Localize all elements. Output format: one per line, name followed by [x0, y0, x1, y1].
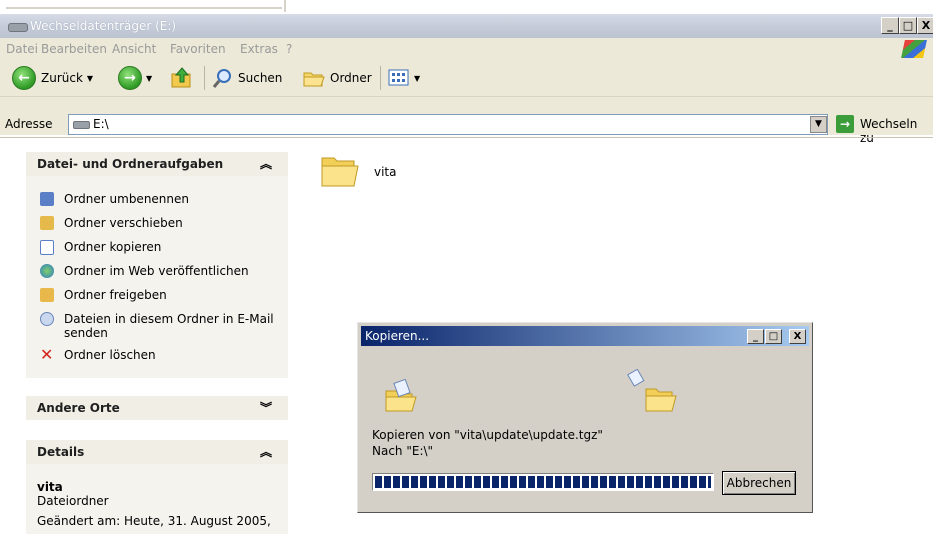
- toolbar-separator: [204, 66, 205, 90]
- forward-arrow-icon: →: [118, 66, 142, 90]
- task-label: Ordner umbenennen: [64, 192, 190, 206]
- task-share[interactable]: Ordner freigeben: [40, 288, 167, 302]
- task-copy[interactable]: Ordner kopieren: [40, 240, 161, 255]
- folder-icon: [303, 72, 325, 87]
- drive-icon: [73, 121, 90, 129]
- other-places-panel: Andere Orte ︾: [26, 396, 288, 420]
- copy-target-folder-icon: [627, 369, 677, 412]
- close-button[interactable]: X: [789, 329, 806, 344]
- menu-bar: Datei Bearbeiten Ansicht Favoriten Extra…: [0, 38, 933, 61]
- menu-extras[interactable]: Extras: [240, 42, 278, 56]
- forward-button[interactable]: → ▼: [118, 65, 152, 91]
- menu-favoriten[interactable]: Favoriten: [170, 42, 226, 56]
- background-strip: [0, 0, 933, 14]
- panel-header[interactable]: Details ︽: [26, 440, 288, 464]
- back-button[interactable]: ← Zurück ▼: [12, 65, 93, 91]
- task-label: Ordner freigeben: [64, 288, 167, 302]
- details-panel: Details ︽ vita Dateiordner Geändert am: …: [26, 440, 288, 534]
- task-rename[interactable]: Ordner umbenennen: [40, 192, 189, 206]
- task-email[interactable]: Dateien in diesem Ordner in E-Mail sende…: [40, 312, 276, 340]
- go-button[interactable]: Wechseln zu: [860, 117, 933, 145]
- menu-datei[interactable]: Datei: [6, 42, 38, 56]
- details-name: vita: [37, 480, 63, 494]
- window-title-bar[interactable]: Wechseldatenträger (E:) _ □ X: [0, 14, 933, 38]
- search-label: Suchen: [238, 71, 283, 85]
- chevron-up-icon[interactable]: ︽: [260, 155, 272, 172]
- panel-header[interactable]: Andere Orte ︾: [26, 396, 288, 420]
- toolbar-spacer: [0, 97, 933, 113]
- task-label: Ordner löschen: [64, 348, 156, 362]
- chevron-down-icon[interactable]: ▼: [87, 74, 93, 83]
- copy-to-text: Nach "E:\": [372, 444, 434, 458]
- folder-up-icon: [171, 67, 191, 88]
- close-button[interactable]: X: [917, 17, 933, 34]
- chevron-down-icon[interactable]: ▼: [414, 74, 420, 83]
- details-modified: Geändert am: Heute, 31. August 2005,: [37, 514, 271, 528]
- views-icon: [388, 69, 409, 86]
- file-folder-tasks-panel: Datei- und Ordneraufgaben ︽ Ordner umben…: [26, 152, 288, 378]
- email-icon: [40, 312, 54, 326]
- task-pane: Datei- und Ordneraufgaben ︽ Ordner umben…: [0, 138, 300, 534]
- task-publish-web[interactable]: Ordner im Web veröffentlichen: [40, 264, 249, 278]
- menu-help[interactable]: ?: [286, 42, 292, 56]
- minimize-button[interactable]: _: [747, 329, 764, 344]
- rename-icon: [40, 192, 54, 206]
- divider: [284, 0, 286, 12]
- panel-title: Datei- und Ordneraufgaben: [37, 157, 224, 171]
- maximize-button[interactable]: □: [765, 329, 782, 344]
- folders-label: Ordner: [330, 71, 372, 85]
- address-input[interactable]: E:\: [68, 114, 828, 135]
- folder-label[interactable]: vita: [374, 165, 397, 179]
- chevron-down-icon[interactable]: ︾: [260, 399, 272, 416]
- menu-ansicht[interactable]: Ansicht: [112, 42, 156, 56]
- folder-icon[interactable]: [320, 150, 360, 190]
- task-label: Ordner kopieren: [64, 240, 162, 254]
- folders-button[interactable]: Ordner: [302, 65, 372, 91]
- back-label: Zurück: [41, 71, 83, 85]
- window-title: Wechseldatenträger (E:): [30, 19, 177, 33]
- move-icon: [40, 216, 54, 230]
- search-icon: [212, 69, 231, 88]
- task-delete[interactable]: ✕ Ordner löschen: [40, 345, 156, 364]
- dialog-title-bar[interactable]: Kopieren... _ □ X: [361, 326, 809, 346]
- task-move[interactable]: Ordner verschieben: [40, 216, 183, 230]
- publish-web-icon: [40, 264, 54, 278]
- address-label: Adresse: [5, 117, 53, 131]
- search-button[interactable]: Suchen: [212, 65, 282, 91]
- windows-logo-icon: [901, 40, 927, 58]
- task-label: Dateien in diesem Ordner in E-Mail sende…: [64, 312, 274, 340]
- chevron-up-icon[interactable]: ︽: [260, 443, 272, 460]
- address-value: E:\: [93, 117, 109, 131]
- chevron-down-icon[interactable]: ▼: [146, 74, 152, 83]
- copy-from-text: Kopieren von "vita\update\update.tgz": [372, 428, 603, 442]
- address-bar: Adresse E:\ ▼ → Wechseln zu: [0, 113, 933, 145]
- maximize-button[interactable]: □: [899, 17, 917, 34]
- copy-source-folder-icon: [385, 379, 417, 412]
- toolbar: ← Zurück ▼ → ▼ Suchen Ordner ▼: [0, 60, 933, 97]
- task-label: Ordner im Web veröffentlichen: [64, 264, 249, 278]
- drive-icon: [8, 23, 28, 32]
- toolbar-separator: [380, 66, 381, 90]
- panel-title: Andere Orte: [37, 401, 120, 415]
- delete-icon: ✕: [40, 345, 54, 364]
- up-folder-button[interactable]: [170, 65, 194, 91]
- menu-bearbeiten[interactable]: Bearbeiten: [41, 42, 107, 56]
- divider: [6, 7, 282, 9]
- minimize-button[interactable]: _: [881, 17, 899, 34]
- views-button[interactable]: ▼: [388, 65, 420, 91]
- details-type: Dateiordner: [37, 494, 109, 508]
- task-label: Ordner verschieben: [64, 216, 183, 230]
- cancel-button[interactable]: Abbrechen: [722, 471, 796, 495]
- progress-fill: [375, 476, 711, 488]
- share-icon: [40, 288, 54, 302]
- back-arrow-icon: ←: [12, 66, 36, 90]
- go-arrow-icon[interactable]: →: [836, 115, 854, 133]
- copy-progress-bar: [372, 473, 714, 491]
- panel-header[interactable]: Datei- und Ordneraufgaben ︽: [26, 152, 288, 176]
- address-dropdown-button[interactable]: ▼: [810, 116, 827, 133]
- dialog-title: Kopieren...: [365, 329, 430, 343]
- copy-icon: [40, 240, 54, 255]
- panel-title: Details: [37, 445, 85, 459]
- copy-dialog: Kopieren... _ □ X Kopieren von "vita\upd…: [357, 322, 813, 513]
